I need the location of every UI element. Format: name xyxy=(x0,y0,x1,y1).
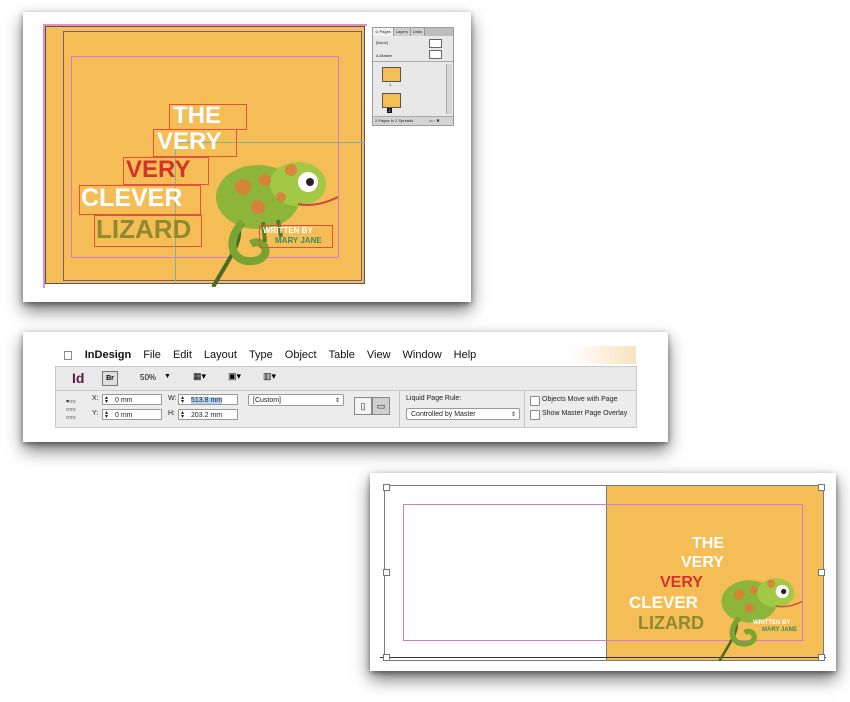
h-label: H: xyxy=(168,410,175,417)
panel-footer-text: 2 Pages in 2 Spreads xyxy=(375,118,414,123)
y-field[interactable]: ▴ ▾ 0 mm xyxy=(102,409,162,420)
y-stepper-icon[interactable]: ▴ ▾ xyxy=(105,410,113,420)
menu-table[interactable]: Table xyxy=(329,349,355,361)
panel-divider xyxy=(373,61,453,62)
page-1-thumb[interactable] xyxy=(382,67,401,82)
x-value: 0 mm xyxy=(115,397,133,404)
show-master-overlay-checkbox[interactable] xyxy=(530,410,540,420)
application-bar: Id Br 50% ▼ ▦▾ ▣▾ ▥▾ xyxy=(55,366,637,392)
control-panel: ▪▫▫ ▫▫▫ ▫▫▫ X: ▴ ▾ 0 mm Y: ▴ ▾ 0 mm W: ▴ ▾ 51… xyxy=(55,390,637,428)
panel-scrollbar[interactable] xyxy=(446,64,452,114)
screen-mode-icon[interactable]: ▣▾ xyxy=(228,371,241,382)
a-master-label[interactable]: A-Master xyxy=(376,53,392,58)
y-value: 0 mm xyxy=(115,412,133,419)
w-value: 513.8 mm xyxy=(191,397,223,404)
indesign-logo: Id xyxy=(72,370,85,386)
h-value: 203.2 mm xyxy=(191,412,223,419)
chameleon-illustration[interactable] xyxy=(203,142,353,287)
menu-object[interactable]: Object xyxy=(285,349,317,361)
pages-panel[interactable]: ≎ Pages Layers Links [None] A-Master 1 2… xyxy=(372,27,454,126)
panel-tabs: ≎ Pages Layers Links xyxy=(373,28,453,36)
menu-help[interactable]: Help xyxy=(454,349,477,361)
view-options-icon[interactable]: ▦▾ xyxy=(193,371,206,382)
liquid-page-rule-value: Controlled by Master xyxy=(411,411,476,418)
w-label: W: xyxy=(168,395,177,402)
handle-middle-left[interactable] xyxy=(383,569,390,576)
tab-links[interactable]: Links xyxy=(410,28,426,36)
cover-word-very-2: VERY xyxy=(126,156,191,183)
h-stepper-icon[interactable]: ▴ ▾ xyxy=(181,410,189,420)
x-label: X: xyxy=(92,395,99,402)
show-master-overlay-label: Show Master Page Overlay xyxy=(542,410,628,417)
zoom-level[interactable]: 50% xyxy=(140,373,156,382)
panel-footer: 2 Pages in 2 Spreads ▭ ▫ ✖ xyxy=(373,116,453,125)
spread-byline-written-by: WRITTEN BY xyxy=(753,620,791,626)
x-stepper-icon[interactable]: ▴ ▾ xyxy=(105,395,113,405)
liquid-select-arrows-icon: ⇕ xyxy=(510,412,516,418)
panel-footer-icons[interactable]: ▭ ▫ ✖ xyxy=(429,118,440,123)
handle-middle-right[interactable] xyxy=(818,569,825,576)
screenshot-single-page: THE VERY VERY CLEVER LIZARD WRITTEN BY M… xyxy=(23,12,471,302)
h-field[interactable]: ▴ ▾ 203.2 mm xyxy=(178,409,238,420)
liquid-page-rule-label: Liquid Page Rule: xyxy=(406,395,462,402)
master-none-label[interactable]: [None] xyxy=(376,40,388,45)
byline-author: MARY JANE xyxy=(275,236,322,245)
apple-icon[interactable]:  xyxy=(63,348,73,363)
control-divider-2 xyxy=(524,391,525,427)
spread-word-very-2: VERY xyxy=(660,574,703,591)
liquid-page-rule-select[interactable]: Controlled by Master ⇕ xyxy=(406,408,520,420)
screenshot-spread: THE VERY VERY CLEVER LIZARD WRITTEN BY M… xyxy=(370,473,836,671)
menubar:  InDesign File Edit Layout Type Object … xyxy=(63,347,476,363)
control-divider xyxy=(399,391,400,427)
menu-view[interactable]: View xyxy=(367,349,391,361)
x-field[interactable]: ▴ ▾ 0 mm xyxy=(102,394,162,405)
select-arrows-icon: ⇕ xyxy=(334,398,340,404)
back-cover-margin-guide xyxy=(403,504,610,641)
objects-move-label: Objects Move with Page xyxy=(542,396,618,403)
screenshot-control-panel:  InDesign File Edit Layout Type Object … xyxy=(23,332,668,442)
cover-word-lizard: LIZARD xyxy=(96,214,192,244)
handle-bottom-left[interactable] xyxy=(383,654,390,661)
menu-file[interactable]: File xyxy=(143,349,161,361)
objects-move-checkbox[interactable] xyxy=(530,396,540,406)
spread-chameleon-illustration[interactable] xyxy=(710,565,815,661)
handle-top-left[interactable] xyxy=(383,484,390,491)
menu-layout[interactable]: Layout xyxy=(204,349,237,361)
arrange-documents-icon[interactable]: ▥▾ xyxy=(263,371,276,382)
byline-written-by: WRITTEN BY xyxy=(263,226,313,235)
landscape-orientation-button[interactable]: ▭ xyxy=(372,397,390,415)
spread-byline-author: MARY JANE xyxy=(762,627,798,633)
menu-app-name[interactable]: InDesign xyxy=(85,349,131,361)
portrait-orientation-button[interactable]: ▯ xyxy=(354,397,372,415)
tab-layers[interactable]: Layers xyxy=(393,28,411,36)
w-field[interactable]: ▴ ▾ 513.8 mm xyxy=(178,394,238,405)
menu-type[interactable]: Type xyxy=(249,349,273,361)
page-size-select[interactable]: [Custom] ⇕ xyxy=(248,394,344,406)
spread-word-lizard: LIZARD xyxy=(638,613,704,633)
page-size-value: [Custom] xyxy=(253,397,282,404)
cover-word-clever: CLEVER xyxy=(81,184,183,212)
w-stepper-icon[interactable]: ▴ ▾ xyxy=(181,395,189,405)
handle-top-right[interactable] xyxy=(818,484,825,491)
handle-bottom-right[interactable] xyxy=(818,654,825,661)
zoom-dropdown-icon[interactable]: ▼ xyxy=(164,373,171,380)
tab-pages[interactable]: ≎ Pages xyxy=(373,28,394,36)
spread-word-the: THE xyxy=(692,535,724,552)
master-none-thumb[interactable] xyxy=(429,39,442,48)
y-label: Y: xyxy=(92,410,99,417)
cover-word-the: THE xyxy=(173,102,221,129)
menubar-gradient-edge xyxy=(568,346,636,364)
spread-word-clever: CLEVER xyxy=(629,593,698,612)
a-master-thumb[interactable] xyxy=(429,50,442,59)
reference-point-icon[interactable]: ▪▫▫ ▫▫▫ ▫▫▫ xyxy=(66,397,76,422)
menu-edit[interactable]: Edit xyxy=(173,349,192,361)
bridge-button[interactable]: Br xyxy=(102,371,118,386)
menu-window[interactable]: Window xyxy=(403,349,442,361)
page-2-thumb[interactable] xyxy=(382,93,401,108)
page-1-number: 1 xyxy=(389,82,392,87)
page-2-number: 2 xyxy=(387,108,392,113)
